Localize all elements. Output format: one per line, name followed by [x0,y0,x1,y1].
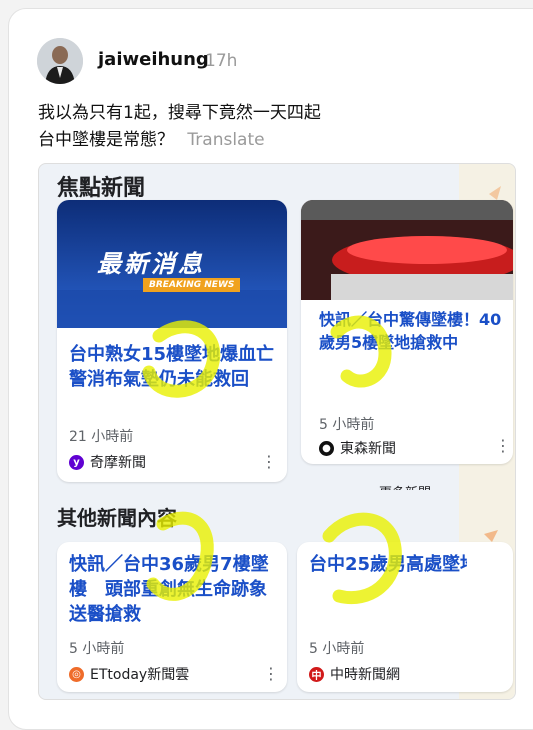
more-options-icon[interactable]: ⋮ [263,666,279,682]
news-time-4: 5 小時前 [309,641,365,657]
avatar[interactable] [37,38,83,84]
breaking-news-label: BREAKING NEWS [143,278,241,292]
ettoday-icon: ◎ [69,666,84,682]
news-headline-2[interactable]: 快訊／台中驚傳墜樓！40歲男5樓墜地搶救中 [319,308,509,354]
section-title-other-news: 其他新聞內容 [57,506,177,530]
post-line-1: 我以為只有1起，搜尋下竟然一天四起 [38,103,321,123]
more-options-icon[interactable]: ⋮ [261,454,277,470]
post-time: 17h [205,51,238,71]
news-headline-3[interactable]: 快訊／台中36歲男7樓墜樓 頭部重創無生命跡象送醫搶救 [69,552,279,627]
breaking-news-title: 最新消息 [97,250,205,278]
police-light-image [301,200,513,300]
news-card-2[interactable]: 快訊／台中驚傳墜樓！40歲男5樓墜地搶救中 5 小時前 ● 東森新聞 ⋮ [301,200,513,464]
news-card-3[interactable]: 快訊／台中36歲男7樓墜樓 頭部重創無生命跡象送醫搶救 5 小時前 ◎ ETto… [57,542,287,692]
news-time-2: 5 小時前 [319,417,375,433]
more-news-link[interactable]: 更多新聞 [379,482,431,490]
post-text: 我以為只有1起，搜尋下竟然一天四起 台中墜樓是常態？ Translate [38,100,321,154]
news-source-2: ● 東森新聞 [319,438,396,458]
news-source-1: y 奇摩新聞 [69,452,146,472]
news-card-1[interactable]: 最新消息 BREAKING NEWS 台中熟女15樓墜地爆血亡 警消布氣墊仍未能… [57,200,287,482]
yahoo-icon: y [69,454,84,470]
news-card-4[interactable]: 台中25歲男高處墜地 送醫不治身亡 5 小時前 中 中時新聞網 [297,542,513,692]
news-source-4: 中 中時新聞網 [309,664,400,684]
username[interactable]: jaiweihung [98,49,209,70]
translate-link[interactable]: Translate [187,130,264,150]
avatar-photo [37,38,83,84]
news-source-3: ◎ ETtoday新聞雲 [69,664,189,684]
news-time-3: 5 小時前 [69,641,125,657]
news-headline-4[interactable]: 台中25歲男高處墜地 送醫不治身亡 [309,552,467,577]
section-title-focus-news: 焦點新聞 [57,176,146,201]
post-line-2: 台中墜樓是常態？ [38,130,174,150]
news-time-1: 21 小時前 [69,429,134,445]
screenshot-attachment[interactable]: 焦點新聞 最新消息 BREAKING NEWS 台中熟女15樓墜地爆血亡 警消布… [38,163,516,700]
more-options-icon[interactable]: ⋮ [495,438,511,454]
chinatimes-icon: 中 [309,666,324,682]
ebc-icon: ● [319,440,334,456]
news-headline-1[interactable]: 台中熟女15樓墜地爆血亡 警消布氣墊仍未能救回 [69,342,279,392]
